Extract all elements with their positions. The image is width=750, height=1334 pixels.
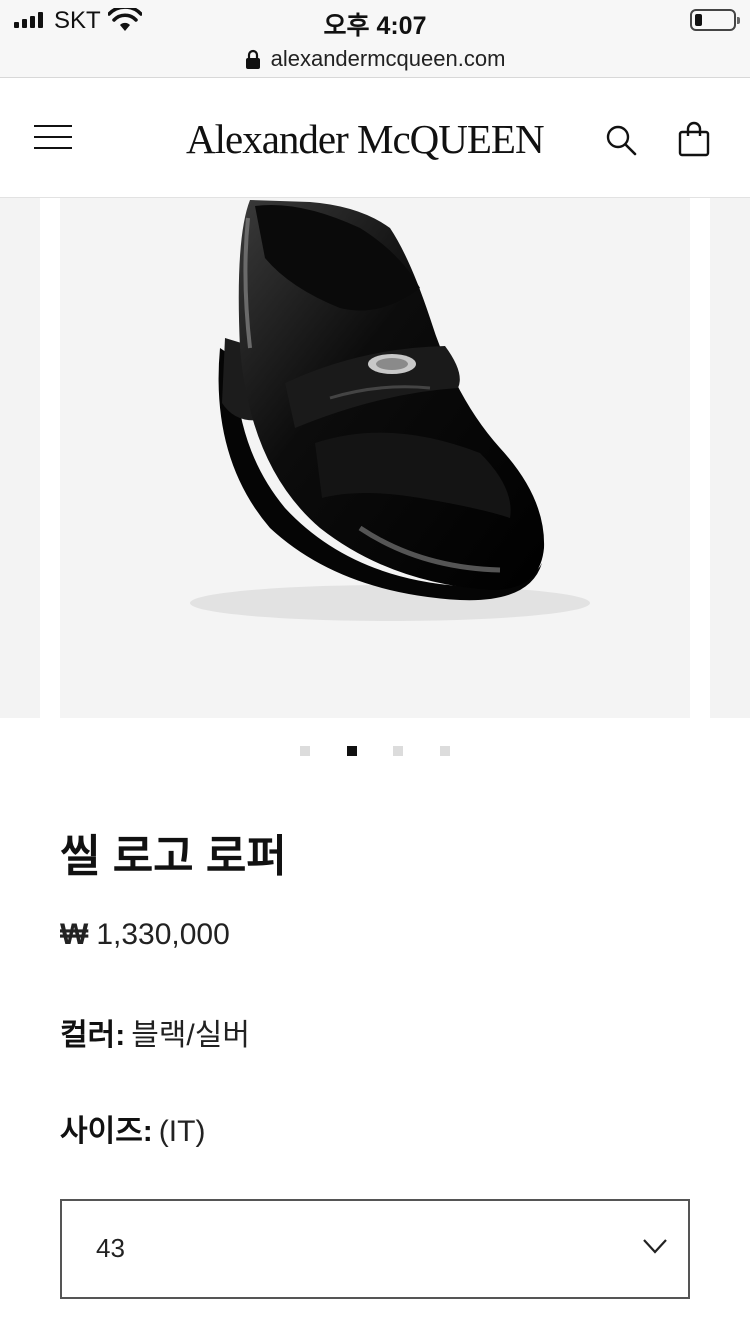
url-text: alexandermcqueen.com — [270, 45, 506, 71]
carousel-dot-2[interactable] — [347, 746, 357, 756]
shopping-bag-icon[interactable] — [676, 121, 712, 157]
product-image[interactable] — [60, 198, 690, 718]
hamburger-icon[interactable] — [34, 125, 72, 149]
product-image-carousel[interactable] — [0, 198, 750, 718]
product-title: 씰 로고 로퍼 — [60, 832, 287, 881]
color-value: 블랙/실버 — [131, 1019, 250, 1052]
previous-slide-peek[interactable] — [0, 198, 40, 718]
product-price: ₩1,330,000 — [60, 918, 230, 952]
site-header: Alexander McQUEEN — [0, 79, 750, 198]
size-unit: (IT) — [158, 1115, 206, 1148]
carousel-pagination — [0, 746, 750, 758]
carousel-dot-1[interactable] — [300, 746, 310, 756]
carousel-dot-4[interactable] — [440, 746, 450, 756]
chevron-down-icon — [643, 1239, 667, 1254]
status-time: 오후 4:07 — [323, 12, 427, 40]
size-label: 사이즈: — [60, 1115, 153, 1148]
currency-symbol: ₩ — [60, 918, 89, 951]
price-value: 1,330,000 — [96, 918, 230, 951]
brand-logo[interactable]: Alexander McQUEEN — [186, 115, 566, 165]
battery-icon — [690, 9, 740, 31]
color-info: 컬러: 블랙/실버 — [60, 1010, 250, 1054]
next-slide-peek[interactable] — [710, 198, 750, 718]
loafer-shoe-image — [190, 200, 590, 621]
carousel-dot-3[interactable] — [393, 746, 403, 756]
status-bar: SKT 오후 4:07 — [0, 0, 750, 40]
lock-icon — [245, 49, 260, 69]
search-icon[interactable] — [604, 123, 638, 157]
app-root: SKT 오후 4:07 alexandermcqueen.com Alexand… — [0, 0, 750, 1334]
url-bar[interactable]: alexandermcqueen.com — [0, 40, 750, 78]
size-info: 사이즈: (IT) — [60, 1106, 205, 1150]
color-label: 컬러: — [60, 1019, 126, 1052]
size-selected-value: 43 — [96, 1233, 125, 1263]
size-dropdown[interactable]: 43 — [60, 1199, 690, 1299]
